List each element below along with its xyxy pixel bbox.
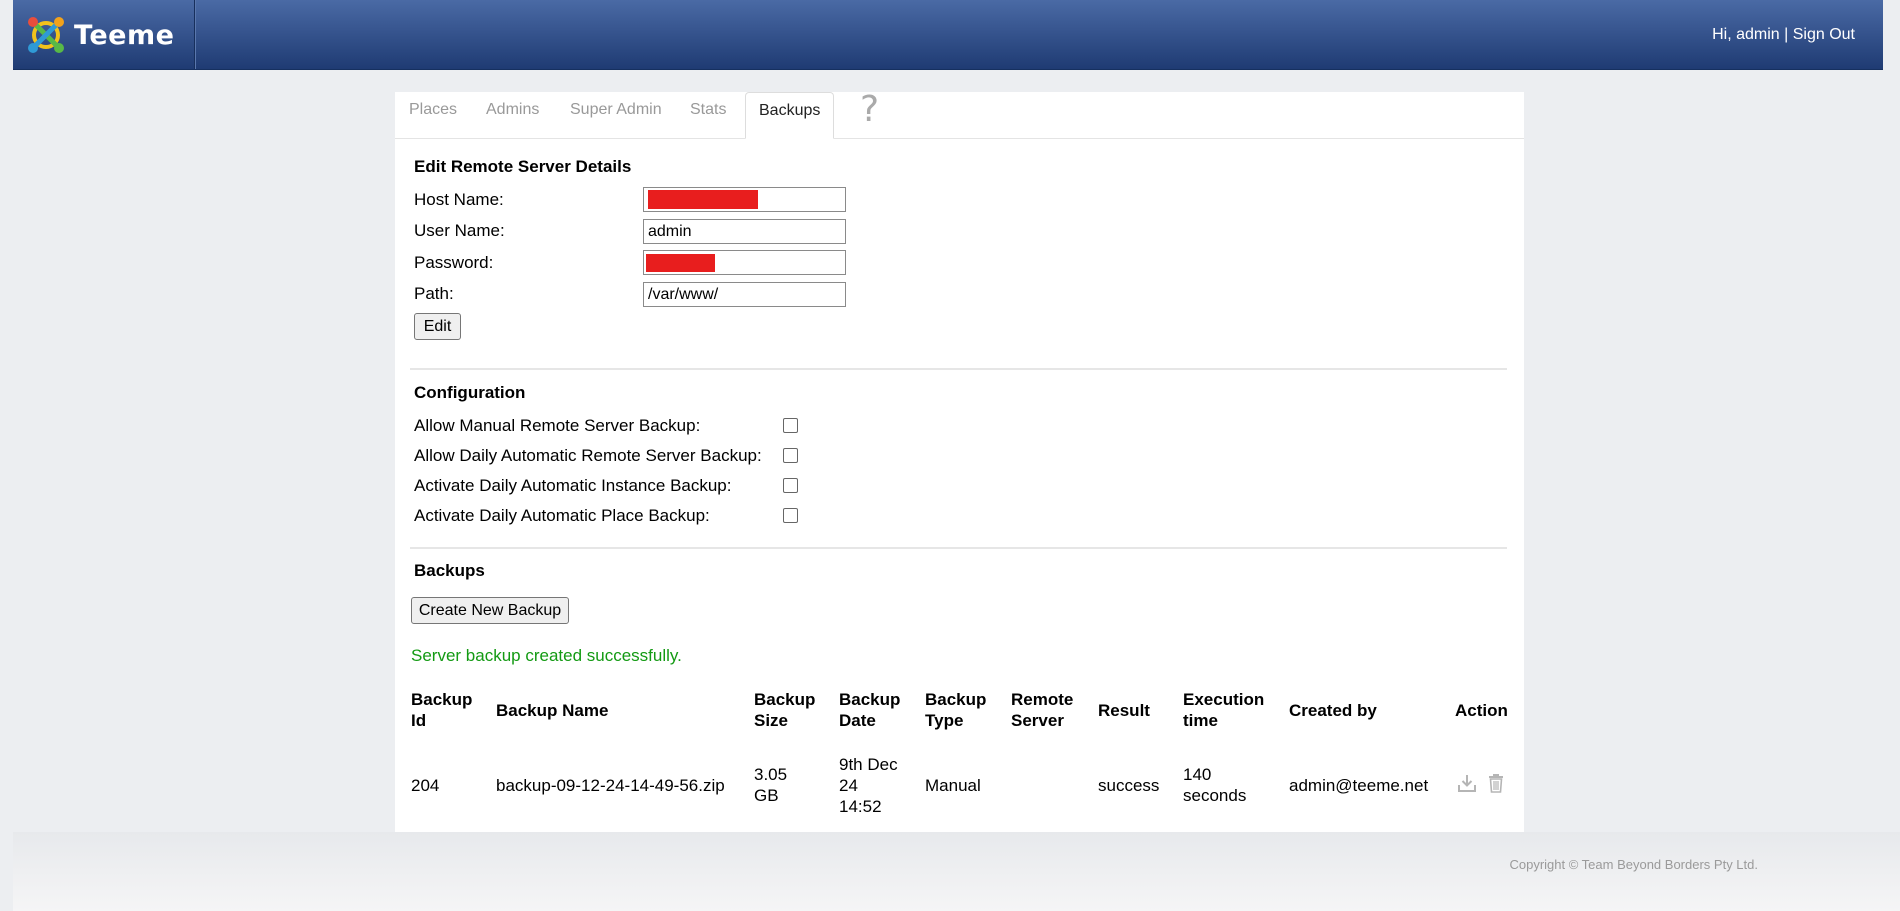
created-by: admin@teeme.net <box>1289 776 1429 795</box>
tab-bar: Places Admins Super Admin Stats Backups … <box>395 89 1524 139</box>
backup-type: Manual <box>925 776 981 795</box>
user-name-input[interactable] <box>643 219 846 244</box>
configuration-title: Configuration <box>414 383 526 402</box>
greeting: Hi, admin <box>1712 26 1780 43</box>
host-name-label: Host Name: <box>414 190 504 209</box>
tab-super-admin[interactable]: Super Admin <box>557 92 675 137</box>
checkbox-daily-remote-backup[interactable] <box>783 448 798 463</box>
path-label: Path: <box>414 284 454 303</box>
tab-backups[interactable]: Backups <box>745 92 835 139</box>
success-message: Server backup created successfully. <box>411 646 682 665</box>
config-label-daily-remote: Allow Daily Automatic Remote Server Back… <box>414 446 762 465</box>
trash-icon[interactable] <box>1485 772 1507 794</box>
remote-server-title: Edit Remote Server Details <box>414 157 632 176</box>
password-label: Password: <box>414 253 494 272</box>
path-input[interactable] <box>643 282 846 307</box>
user-name-label: User Name: <box>414 221 505 240</box>
help-icon[interactable]: ? <box>860 89 879 130</box>
column-header: Backup Date <box>839 690 901 730</box>
logo[interactable]: Teeme <box>13 0 195 69</box>
column-header: Execution time <box>1183 690 1265 730</box>
column-header: Backup Name <box>496 701 609 720</box>
config-label-daily-place: Activate Daily Automatic Place Backup: <box>414 506 710 525</box>
backup-date: 9th Dec 24 14:52 <box>839 755 898 816</box>
config-label-daily-instance: Activate Daily Automatic Instance Backup… <box>414 476 732 495</box>
edit-button[interactable]: Edit <box>414 313 461 340</box>
copyright-text: Copyright © Team Beyond Borders Pty Ltd. <box>1509 857 1758 872</box>
redaction-mask <box>648 190 758 209</box>
checkbox-manual-remote-backup[interactable] <box>783 418 798 433</box>
checkbox-daily-instance-backup[interactable] <box>783 478 798 493</box>
separator: | <box>1784 26 1789 43</box>
checkbox-daily-place-backup[interactable] <box>783 508 798 523</box>
divider <box>410 547 1507 549</box>
column-header: Backup Type <box>925 690 987 730</box>
tab-places[interactable]: Places <box>396 92 470 137</box>
backups-title: Backups <box>414 561 485 580</box>
teeme-logo-icon <box>28 17 64 53</box>
backup-result: success <box>1098 776 1160 795</box>
execution-time: 140 seconds <box>1183 765 1247 805</box>
backup-id: 204 <box>411 776 440 795</box>
column-header: Created by <box>1289 701 1377 720</box>
create-new-backup-button[interactable]: Create New Backup <box>411 597 569 624</box>
config-label-manual-remote: Allow Manual Remote Server Backup: <box>414 416 701 435</box>
tab-stats[interactable]: Stats <box>677 92 739 137</box>
backup-name: backup-09-12-24-14-49-56.zip <box>496 776 725 795</box>
divider <box>410 368 1507 370</box>
column-header: Backup Size <box>754 690 816 730</box>
main-panel: Places Admins Super Admin Stats Backups … <box>395 89 1524 832</box>
column-header: Backup Id <box>411 690 473 730</box>
sign-out-link[interactable]: Sign Out <box>1793 26 1855 43</box>
download-icon[interactable] <box>1456 772 1478 794</box>
tab-admins[interactable]: Admins <box>473 92 552 137</box>
brand-name: Teeme <box>74 20 175 51</box>
column-header: Remote Server <box>1011 690 1074 730</box>
column-header: Result <box>1098 701 1150 720</box>
top-header: Teeme Hi, admin | Sign Out <box>13 0 1883 70</box>
column-header: Action <box>1455 701 1508 720</box>
redaction-mask <box>646 254 715 272</box>
user-links: Hi, admin | Sign Out <box>1712 26 1855 44</box>
footer: Copyright © Team Beyond Borders Pty Ltd. <box>13 832 1900 911</box>
backup-size: 3.05 GB <box>754 765 788 805</box>
